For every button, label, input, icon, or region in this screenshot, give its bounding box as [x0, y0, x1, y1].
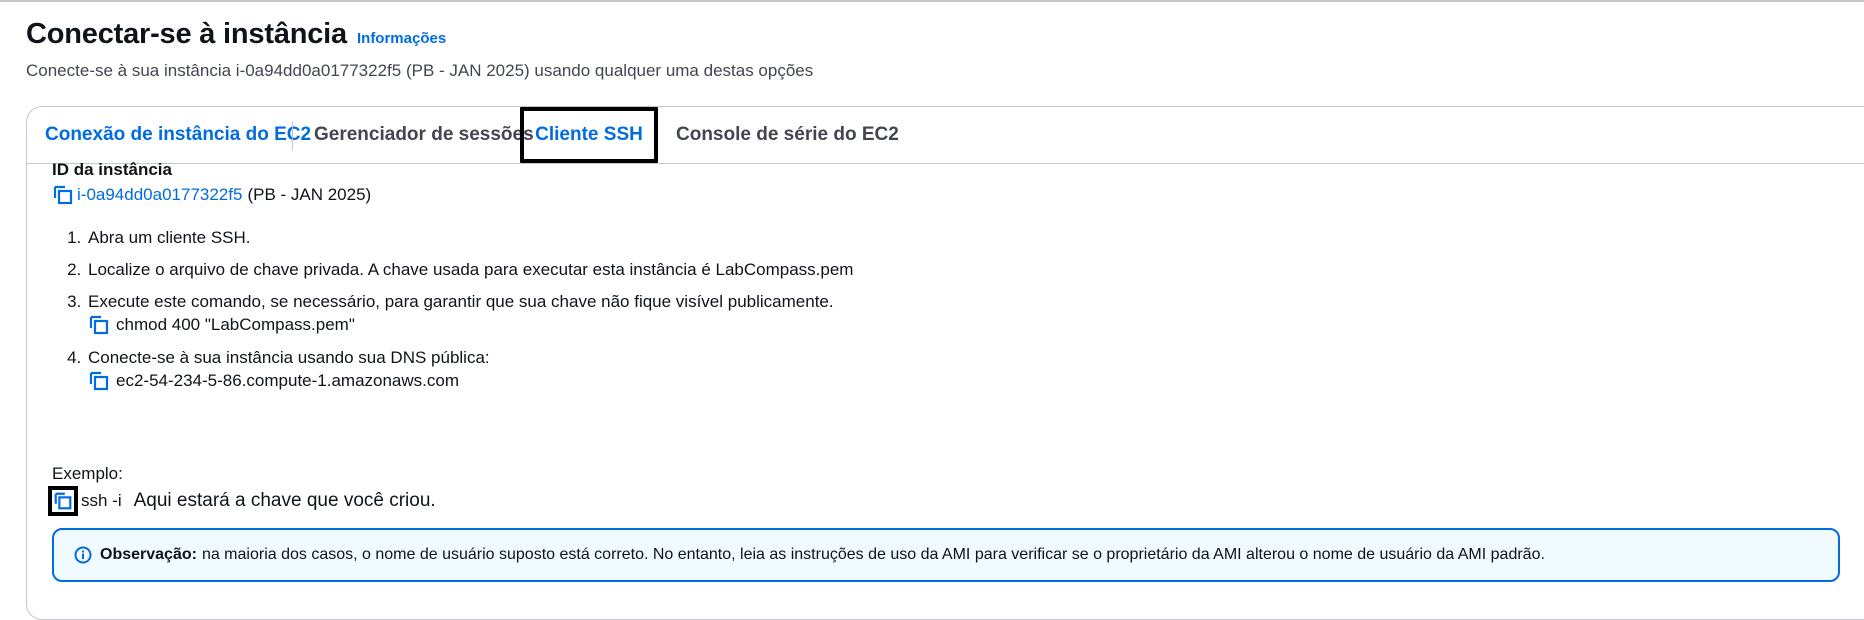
- step-item: Localize o arquivo de chave privada. A c…: [86, 260, 1864, 280]
- top-divider: [0, 0, 1864, 2]
- copy-icon[interactable]: [52, 184, 74, 206]
- example-label: Exemplo:: [52, 464, 123, 483]
- tab-bar: Conexão de instância do EC2 Gerenciador …: [27, 107, 1864, 164]
- step-item: Conecte-se à sua instância usando sua DN…: [86, 348, 1864, 392]
- instance-id-label: ID da instância: [52, 160, 172, 179]
- command-row: chmod 400 "LabCompass.pem": [88, 314, 1864, 336]
- alert-title: Observação:: [100, 546, 197, 563]
- page-header: Conectar-se à instância Informações Cone…: [26, 18, 813, 81]
- step-text: Conecte-se à sua instância usando sua DN…: [88, 348, 490, 367]
- info-alert: Observação: na maioria dos casos, o nome…: [52, 528, 1840, 582]
- ssh-key-note: Aqui estará a chave que você criou.: [133, 490, 436, 511]
- tab-ec2-serial-console[interactable]: Console de série do EC2: [676, 107, 899, 163]
- ssh-command: ssh -i: [81, 491, 122, 510]
- command-row: ec2-54-234-5-86.compute-1.amazonaws.com: [88, 370, 1864, 392]
- ssh-client-content: ID da instância i-0a94dd0a0177322f5 (PB …: [52, 160, 1864, 404]
- steps-list: Abra um cliente SSH. Localize o arquivo …: [52, 228, 1864, 392]
- step-item: Abra um cliente SSH.: [86, 228, 1864, 248]
- step-text: Localize o arquivo de chave privada. A c…: [88, 260, 854, 279]
- instance-id-row: i-0a94dd0a0177322f5 (PB - JAN 2025): [52, 184, 1864, 206]
- tab-ec2-instance-connect[interactable]: Conexão de instância do EC2: [45, 107, 311, 163]
- copy-icon[interactable]: [88, 370, 110, 392]
- instance-name: (PB - JAN 2025): [247, 185, 372, 204]
- tab-ssh-client[interactable]: Cliente SSH: [520, 107, 658, 163]
- info-link[interactable]: Informações: [357, 30, 446, 47]
- step-text: Execute este comando, se necessário, par…: [88, 292, 834, 311]
- tab-session-manager[interactable]: Gerenciador de sessões: [314, 107, 534, 163]
- step-text: Abra um cliente SSH.: [88, 228, 251, 247]
- title-row: Conectar-se à instância Informações: [26, 18, 813, 51]
- tab-divider: [292, 121, 293, 151]
- page-title: Conectar-se à instância: [26, 18, 347, 50]
- example-row: ssh -i Aqui estará a chave que você crio…: [48, 486, 436, 516]
- step-item: Execute este comando, se necessário, par…: [86, 292, 1864, 336]
- alert-text: na maioria dos casos, o nome de usuário …: [201, 546, 1545, 563]
- copy-icon[interactable]: [88, 314, 110, 336]
- info-icon: [74, 546, 92, 564]
- page-subtitle: Conecte-se à sua instância i-0a94dd0a017…: [26, 61, 814, 80]
- copy-icon[interactable]: [48, 486, 78, 516]
- instance-id-link[interactable]: i-0a94dd0a0177322f5: [77, 185, 242, 205]
- chmod-command: chmod 400 "LabCompass.pem": [116, 315, 355, 334]
- public-dns: ec2-54-234-5-86.compute-1.amazonaws.com: [116, 371, 460, 390]
